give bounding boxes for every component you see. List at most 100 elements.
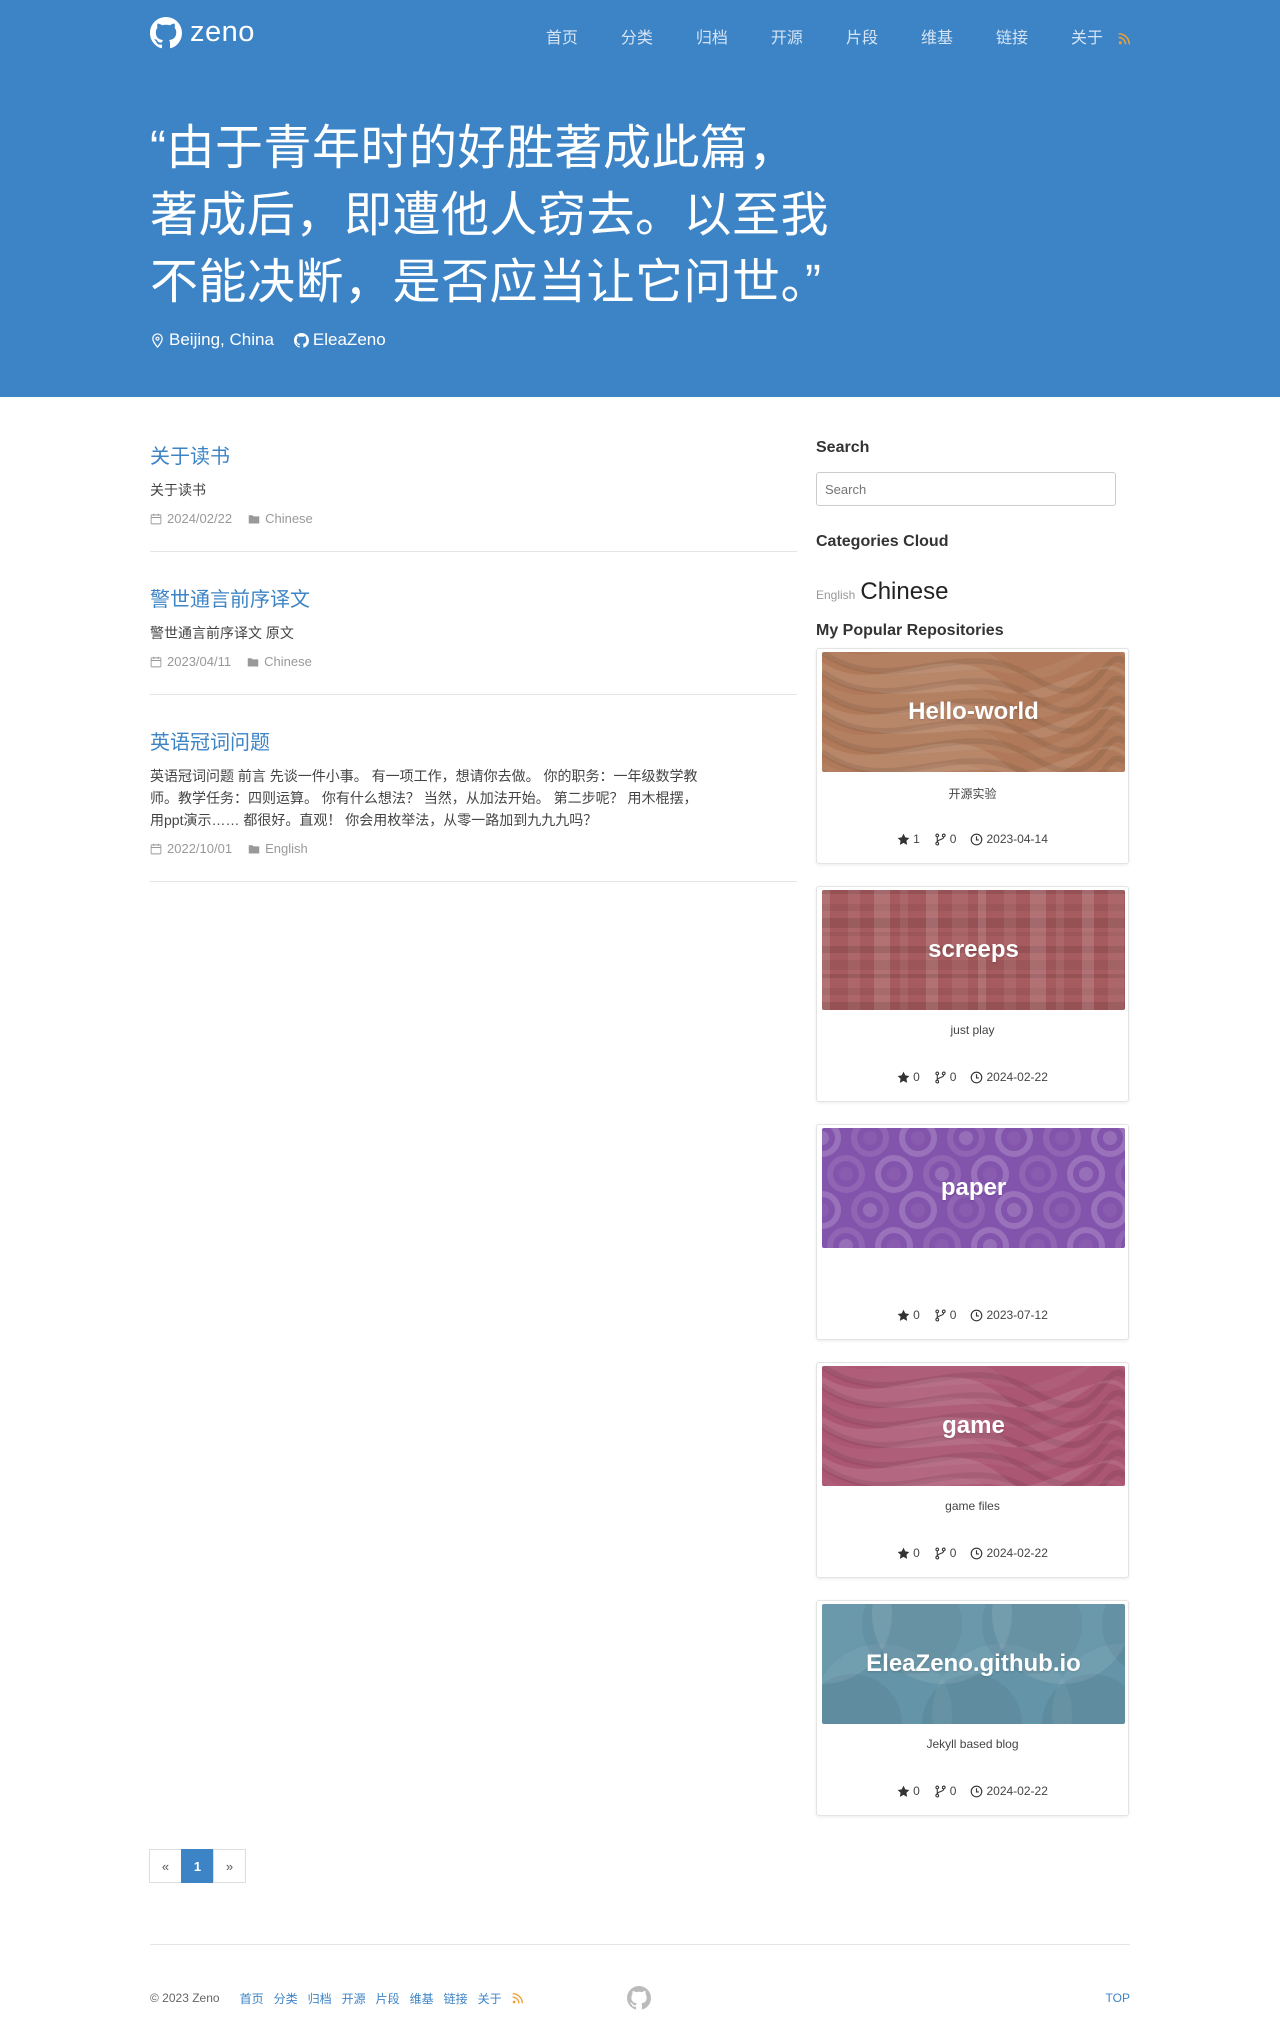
quote-line: “由于青年时的好胜著成此篇， bbox=[150, 122, 797, 175]
repo-card[interactable]: EleaZeno.github.io Jekyll based blog 0 0 202… bbox=[816, 1600, 1129, 1816]
repo-banner-link[interactable]: game bbox=[822, 1366, 1125, 1486]
clock-icon bbox=[971, 833, 983, 845]
star-icon bbox=[897, 1785, 910, 1797]
repo-description: game files bbox=[945, 1499, 1000, 1513]
github-icon[interactable] bbox=[627, 1986, 651, 2010]
nav-categories[interactable]: 分类 bbox=[578, 28, 653, 50]
repo-stars-count: 0 bbox=[913, 1784, 920, 1798]
repo-stars-count: 0 bbox=[913, 1546, 920, 1560]
repo-stats: 0 0 2024-02-22 bbox=[817, 1546, 1128, 1560]
repo-updated: 2024-02-22 bbox=[970, 1546, 1048, 1560]
repo-banner-link[interactable]: screeps bbox=[822, 890, 1125, 1010]
prev-page-button[interactable]: « bbox=[149, 1849, 182, 1883]
search-heading: Search bbox=[816, 439, 870, 456]
github-username: EleaZeno bbox=[312, 330, 386, 349]
calendar-icon bbox=[150, 513, 162, 524]
category-english[interactable]: English bbox=[816, 588, 855, 602]
brand-link[interactable]: zeno bbox=[150, 16, 255, 49]
post-category-text: Chinese bbox=[264, 654, 312, 669]
repo-card[interactable]: screeps just play 0 0 2024-02-22 bbox=[816, 886, 1129, 1102]
github-icon bbox=[293, 332, 309, 348]
rss-icon[interactable] bbox=[512, 1992, 523, 2004]
post-title-link[interactable]: 警世通言前序译文 bbox=[150, 585, 310, 615]
repo-updated: 2023-04-14 bbox=[970, 832, 1048, 846]
post-category-link[interactable]: Chinese bbox=[247, 654, 312, 669]
hero-meta: Beijing, China EleaZeno bbox=[150, 330, 386, 350]
footer-link-wiki[interactable]: 维基 bbox=[410, 1990, 434, 2007]
repo-card[interactable]: game game files 0 0 2024-02-22 bbox=[816, 1362, 1129, 1578]
nav-open-source[interactable]: 开源 bbox=[728, 28, 803, 50]
top-navigation: zeno 首页 分类 归档 开源 片段 维基 链接 关于 bbox=[150, 16, 1130, 60]
categories-heading: Categories Cloud bbox=[816, 533, 949, 550]
repo-updated: 2024-02-22 bbox=[970, 1784, 1048, 1798]
search-input[interactable] bbox=[816, 472, 1116, 506]
nav-snippets[interactable]: 片段 bbox=[803, 28, 878, 50]
github-profile-link[interactable]: EleaZeno bbox=[293, 330, 386, 350]
repo-stars: 0 bbox=[897, 1308, 920, 1322]
repo-list: Hello-world 开源实验 1 0 2023-04-14 screeps just p… bbox=[816, 648, 1130, 1816]
nav-home[interactable]: 首页 bbox=[503, 28, 578, 50]
repo-name: Hello-world bbox=[908, 698, 1039, 725]
post-meta: 2023/04/11 Chinese bbox=[150, 654, 797, 669]
repo-banner-link[interactable]: EleaZeno.github.io bbox=[822, 1604, 1125, 1724]
repo-forks-count: 0 bbox=[949, 1784, 957, 1798]
post-excerpt: 警世通言前序译文 原文 bbox=[150, 625, 294, 641]
category-chinese[interactable]: Chinese bbox=[860, 578, 948, 606]
sidebar: Search Categories Cloud English Chinese … bbox=[816, 437, 1130, 1838]
github-icon bbox=[150, 16, 182, 48]
repo-card[interactable]: Hello-world 开源实验 1 0 2023-04-14 bbox=[816, 648, 1129, 864]
current-page-button[interactable]: 1 bbox=[181, 1849, 214, 1883]
copyright: © 2023 Zeno bbox=[150, 1991, 220, 2005]
pagination: « 1 » bbox=[149, 1849, 246, 1883]
repo-banner-link[interactable]: Hello-world bbox=[822, 652, 1125, 772]
footer-link-categories[interactable]: 分类 bbox=[274, 1990, 298, 2007]
repo-card[interactable]: paper 0 0 2023-07-12 bbox=[816, 1124, 1129, 1340]
folder-icon bbox=[248, 844, 260, 853]
post-category-link[interactable]: Chinese bbox=[248, 511, 313, 526]
post-category-text: English bbox=[265, 841, 308, 856]
folder-icon bbox=[247, 657, 259, 666]
location-text: Beijing, China bbox=[169, 330, 274, 349]
nav-links[interactable]: 链接 bbox=[953, 28, 1028, 50]
footer-link-home[interactable]: 首页 bbox=[240, 1990, 264, 2007]
footer-link-snippets[interactable]: 片段 bbox=[376, 1990, 400, 2007]
footer-link-archives[interactable]: 归档 bbox=[308, 1990, 332, 2007]
repo-stats: 0 0 2024-02-22 bbox=[817, 1070, 1128, 1084]
nav-archives[interactable]: 归档 bbox=[653, 28, 728, 50]
calendar-icon bbox=[150, 843, 162, 854]
clock-icon bbox=[971, 1547, 983, 1559]
post-title-link[interactable]: 英语冠词问题 bbox=[150, 728, 270, 758]
nav-wiki[interactable]: 维基 bbox=[878, 28, 953, 50]
post-item: 英语冠词问题 英语冠词问题 前言 先谈一件小事。 有一项工作，想请你去做。 你的职… bbox=[150, 723, 797, 882]
repos-heading: My Popular Repositories bbox=[816, 622, 1004, 639]
repo-banner-link[interactable]: paper bbox=[822, 1128, 1125, 1248]
post-category-text: Chinese bbox=[265, 511, 313, 526]
post-date: 2023/04/11 bbox=[150, 654, 231, 669]
folder-icon bbox=[248, 514, 260, 523]
repo-updated-date: 2023-07-12 bbox=[986, 1308, 1048, 1322]
fork-icon bbox=[935, 1547, 946, 1559]
post-date-text: 2022/10/01 bbox=[167, 841, 233, 856]
star-icon bbox=[897, 1547, 910, 1559]
repo-forks: 0 bbox=[934, 1546, 956, 1560]
footer-link-about[interactable]: 关于 bbox=[478, 1990, 502, 2007]
nav-about[interactable]: 关于 bbox=[1028, 28, 1103, 50]
post-category-link[interactable]: English bbox=[248, 841, 308, 856]
rss-icon[interactable] bbox=[1118, 33, 1130, 45]
star-icon bbox=[897, 833, 910, 845]
main-content: 关于读书 关于读书 2024/02/22 Chinese 警世通言前序译文 警世通言前序译… bbox=[0, 397, 1280, 1962]
post-title-link[interactable]: 关于读书 bbox=[150, 442, 230, 472]
footer-link-open-source[interactable]: 开源 bbox=[342, 1990, 366, 2007]
clock-icon bbox=[971, 1071, 983, 1083]
footer-link-links[interactable]: 链接 bbox=[444, 1990, 468, 2007]
back-to-top-link[interactable]: TOP bbox=[1106, 1991, 1130, 2005]
repo-name: screeps bbox=[928, 936, 1019, 963]
repo-name: EleaZeno.github.io bbox=[866, 1650, 1081, 1677]
repo-stars: 0 bbox=[897, 1546, 920, 1560]
post-date-text: 2023/04/11 bbox=[167, 654, 232, 669]
next-page-button[interactable]: » bbox=[213, 1849, 246, 1883]
categories-cloud: English Chinese bbox=[816, 578, 1130, 606]
post-date: 2024/02/22 bbox=[150, 511, 232, 526]
repo-stars-count: 1 bbox=[913, 832, 920, 846]
repo-forks-count: 0 bbox=[949, 1308, 957, 1322]
